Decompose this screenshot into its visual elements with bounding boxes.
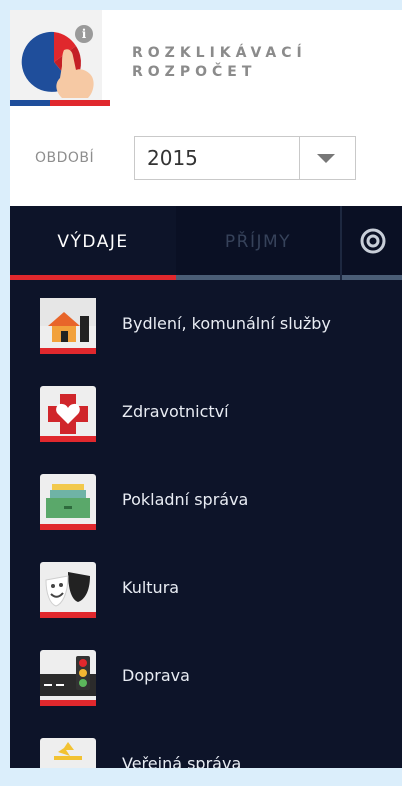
year-value: 2015 [147,146,198,170]
house-icon [40,298,96,354]
chevron-down-icon[interactable] [317,154,335,163]
app-title-line2: ROZPOČET [132,64,257,80]
traffic-light-icon [40,650,96,706]
cash-drawer-icon [40,474,96,530]
list-item-zdravotnictvi[interactable]: Zdravotnictví [10,368,402,456]
budget-panel: VÝDAJE PŘÍJMY Bydlení, komunální služby … [10,206,402,768]
select-divider [299,137,300,179]
tab-prijmy[interactable]: PŘÍJMY [176,206,340,280]
app-window: i ROZKLIKÁVACÍ ROZPOČET OBDOBÍ 2015 VÝDA… [10,10,402,768]
app-title-line1: ROZKLIKÁVACÍ [132,45,307,61]
app-logo-icon[interactable]: i [10,10,110,110]
list-item-pokladni-sprava[interactable]: Pokladní správa [10,456,402,544]
period-row: OBDOBÍ 2015 [10,136,402,180]
list-item-label: Bydlení, komunální služby [122,314,331,333]
list-item-label: Kultura [122,578,180,597]
list-item-kultura[interactable]: Kultura [10,544,402,632]
year-select[interactable]: 2015 [134,136,356,180]
list-item-bydleni[interactable]: Bydlení, komunální služby [10,280,402,368]
tab-prijmy-label: PŘÍJMY [224,232,292,252]
svg-text:i: i [82,27,87,41]
list-item-verejna-sprava[interactable]: Veřejná správa [10,720,402,768]
list-item-label: Veřejná správa [122,754,242,768]
public-admin-icon [40,738,96,768]
app-title: ROZKLIKÁVACÍ ROZPOČET [132,44,307,82]
header: i ROZKLIKÁVACÍ ROZPOČET OBDOBÍ 2015 [10,10,402,206]
theatre-masks-icon [40,562,96,618]
list-item-label: Pokladní správa [122,490,249,509]
target-icon [360,228,386,254]
list-item-doprava[interactable]: Doprava [10,632,402,720]
health-heart-icon [40,386,96,442]
period-label: OBDOBÍ [35,150,95,166]
tab-bar: VÝDAJE PŘÍJMY [10,206,402,280]
tab-vydaje[interactable]: VÝDAJE [10,206,176,280]
tab-vydaje-label: VÝDAJE [57,232,129,252]
list-item-label: Zdravotnictví [122,402,229,421]
tab-target[interactable] [340,206,402,280]
list-item-label: Doprava [122,666,190,685]
